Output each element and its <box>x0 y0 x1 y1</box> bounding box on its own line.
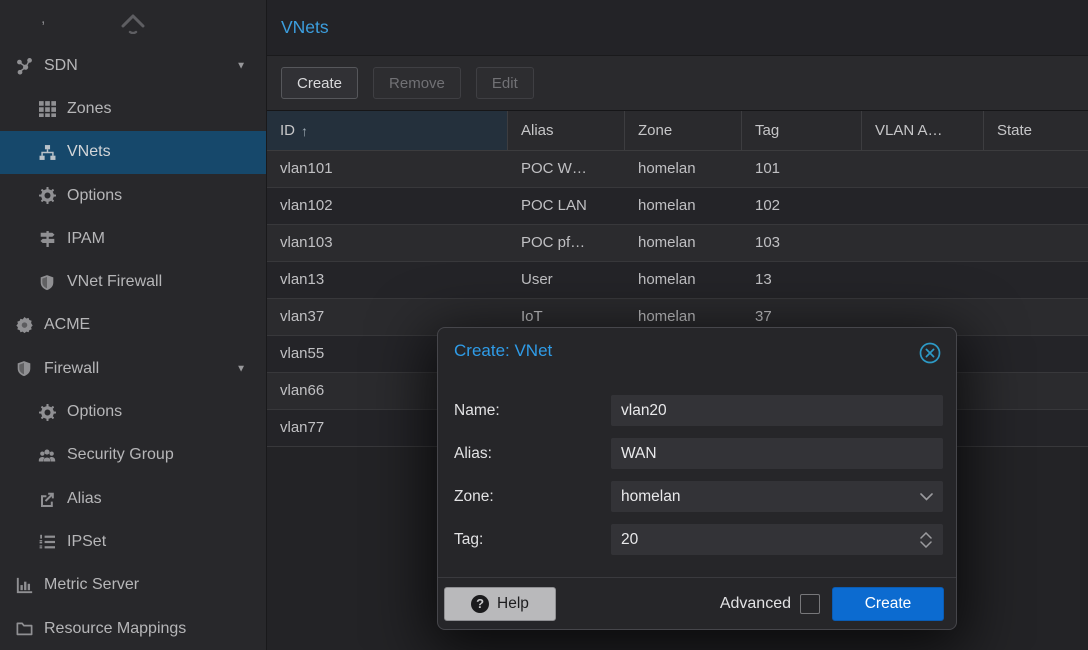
name-input[interactable] <box>611 395 943 426</box>
sidebar-item-label: IPSet <box>67 533 106 551</box>
column-header-alias[interactable]: Alias <box>508 111 625 150</box>
sidebar-item-label: Resource Mappings <box>44 620 186 638</box>
chevron-down-icon[interactable] <box>916 481 936 512</box>
sidebar-item-label: Options <box>67 403 122 421</box>
sidebar-item-label: SDN <box>44 57 78 75</box>
table-header-row: ID ↑ Alias Zone Tag VLAN A… State <box>267 110 1088 151</box>
sidebar-clipped-item: , <box>0 0 266 44</box>
sidebar-item-label: Security Group <box>67 446 174 464</box>
sidebar-item-sdn[interactable]: SDN ▼ <box>0 44 266 87</box>
tag-spinner[interactable] <box>611 524 943 555</box>
dialog-footer: ? Help Advanced Create <box>438 577 956 629</box>
sidebar-item-resource-mappings[interactable]: Resource Mappings <box>0 607 266 650</box>
shield-icon <box>13 360 35 378</box>
users-icon <box>36 446 58 464</box>
dialog-create-button[interactable]: Create <box>832 587 944 621</box>
name-field-label: Name: <box>454 395 500 426</box>
advanced-checkbox[interactable] <box>800 594 820 614</box>
sidebar-item-security-group[interactable]: Security Group <box>0 434 266 477</box>
page-title: VNets <box>281 17 329 38</box>
sidebar-item-firewall-options[interactable]: Options <box>0 390 266 433</box>
sidebar-item-metric-server[interactable]: Metric Server <box>0 564 266 607</box>
sidebar-item-firewall[interactable]: Firewall ▼ <box>0 347 266 390</box>
sidebar-item-label: ACME <box>44 316 90 334</box>
bar-chart-icon <box>13 576 35 594</box>
alias-field-label: Alias: <box>454 438 492 469</box>
grid-icon <box>36 100 58 118</box>
signpost-icon <box>36 230 58 248</box>
sidebar-item-label: Zones <box>67 100 111 118</box>
table-row[interactable]: vlan101 POC W… homelan 101 <box>267 151 1088 188</box>
alias-input[interactable] <box>611 438 943 469</box>
help-button-label: Help <box>497 595 529 613</box>
ordered-list-icon <box>36 533 58 551</box>
sidebar-item-acme[interactable]: ACME <box>0 304 266 347</box>
spinner-up-down-icon[interactable] <box>916 524 936 555</box>
table-row[interactable]: vlan102 POC LAN homelan 102 <box>267 188 1088 225</box>
tag-field-label: Tag: <box>454 524 483 555</box>
sidebar-item-label: Metric Server <box>44 576 139 594</box>
sidebar-item-label: VNet Firewall <box>67 273 162 291</box>
vnets-toolbar: Create Remove Edit <box>267 56 1088 110</box>
zone-field-label: Zone: <box>454 481 494 512</box>
column-header-tag[interactable]: Tag <box>742 111 862 150</box>
sidebar-item-ipam[interactable]: IPAM <box>0 217 266 260</box>
folder-icon <box>13 620 35 638</box>
network-icon <box>36 143 58 161</box>
sort-ascending-icon: ↑ <box>301 123 308 139</box>
shield-icon <box>36 273 58 291</box>
table-row[interactable]: vlan103 POC pf… homelan 103 <box>267 225 1088 262</box>
column-header-vlan-aware[interactable]: VLAN A… <box>862 111 984 150</box>
column-header-zone[interactable]: Zone <box>625 111 742 150</box>
edit-button[interactable]: Edit <box>476 67 534 99</box>
sidebar-item-label: IPAM <box>67 230 105 248</box>
sidebar-item-ipset[interactable]: IPSet <box>0 520 266 563</box>
caret-down-icon[interactable]: ▼ <box>236 60 246 71</box>
create-vnet-dialog: Create: VNet Name: Alias: Zone: <box>437 327 957 630</box>
help-button[interactable]: ? Help <box>444 587 556 621</box>
gear-icon <box>36 403 58 421</box>
resource-tree-sidebar: , SDN ▼ Zones VNets <box>0 0 267 650</box>
sidebar-item-label: VNets <box>67 143 111 161</box>
panel-title-bar: VNets <box>267 0 1088 56</box>
advanced-label: Advanced <box>720 595 791 613</box>
question-circle-icon: ? <box>471 595 489 613</box>
alias-field-row: Alias: <box>438 438 956 469</box>
gear-icon <box>36 187 58 205</box>
sidebar-item-alias[interactable]: Alias <box>0 477 266 520</box>
create-button[interactable]: Create <box>281 67 358 99</box>
zone-field-row: Zone: <box>438 481 956 512</box>
name-field-row: Name: <box>438 395 956 426</box>
chevron-up-icon <box>118 10 148 39</box>
remove-button[interactable]: Remove <box>373 67 461 99</box>
dialog-title: Create: VNet <box>454 341 552 361</box>
clipped-text-fragment: , <box>41 10 45 28</box>
sidebar-item-sdn-options[interactable]: Options <box>0 174 266 217</box>
proxmox-app-window: , SDN ▼ Zones VNets <box>0 0 1088 650</box>
close-icon[interactable] <box>919 342 941 364</box>
sidebar-item-label: Firewall <box>44 360 99 378</box>
certificate-icon <box>13 316 35 334</box>
zone-select[interactable] <box>611 481 943 512</box>
external-link-icon <box>36 490 58 508</box>
table-row[interactable]: vlan13 User homelan 13 <box>267 262 1088 299</box>
sidebar-item-vnets[interactable]: VNets <box>0 131 266 174</box>
sidebar-item-label: Alias <box>67 490 102 508</box>
tag-field-row: Tag: <box>438 524 956 555</box>
sdn-nodes-icon <box>13 57 35 75</box>
column-header-id[interactable]: ID ↑ <box>267 111 508 150</box>
sidebar-item-zones[interactable]: Zones <box>0 87 266 130</box>
sidebar-item-vnet-firewall[interactable]: VNet Firewall <box>0 260 266 303</box>
column-header-state[interactable]: State <box>984 111 1088 150</box>
sidebar-item-label: Options <box>67 187 122 205</box>
caret-down-icon[interactable]: ▼ <box>236 363 246 374</box>
